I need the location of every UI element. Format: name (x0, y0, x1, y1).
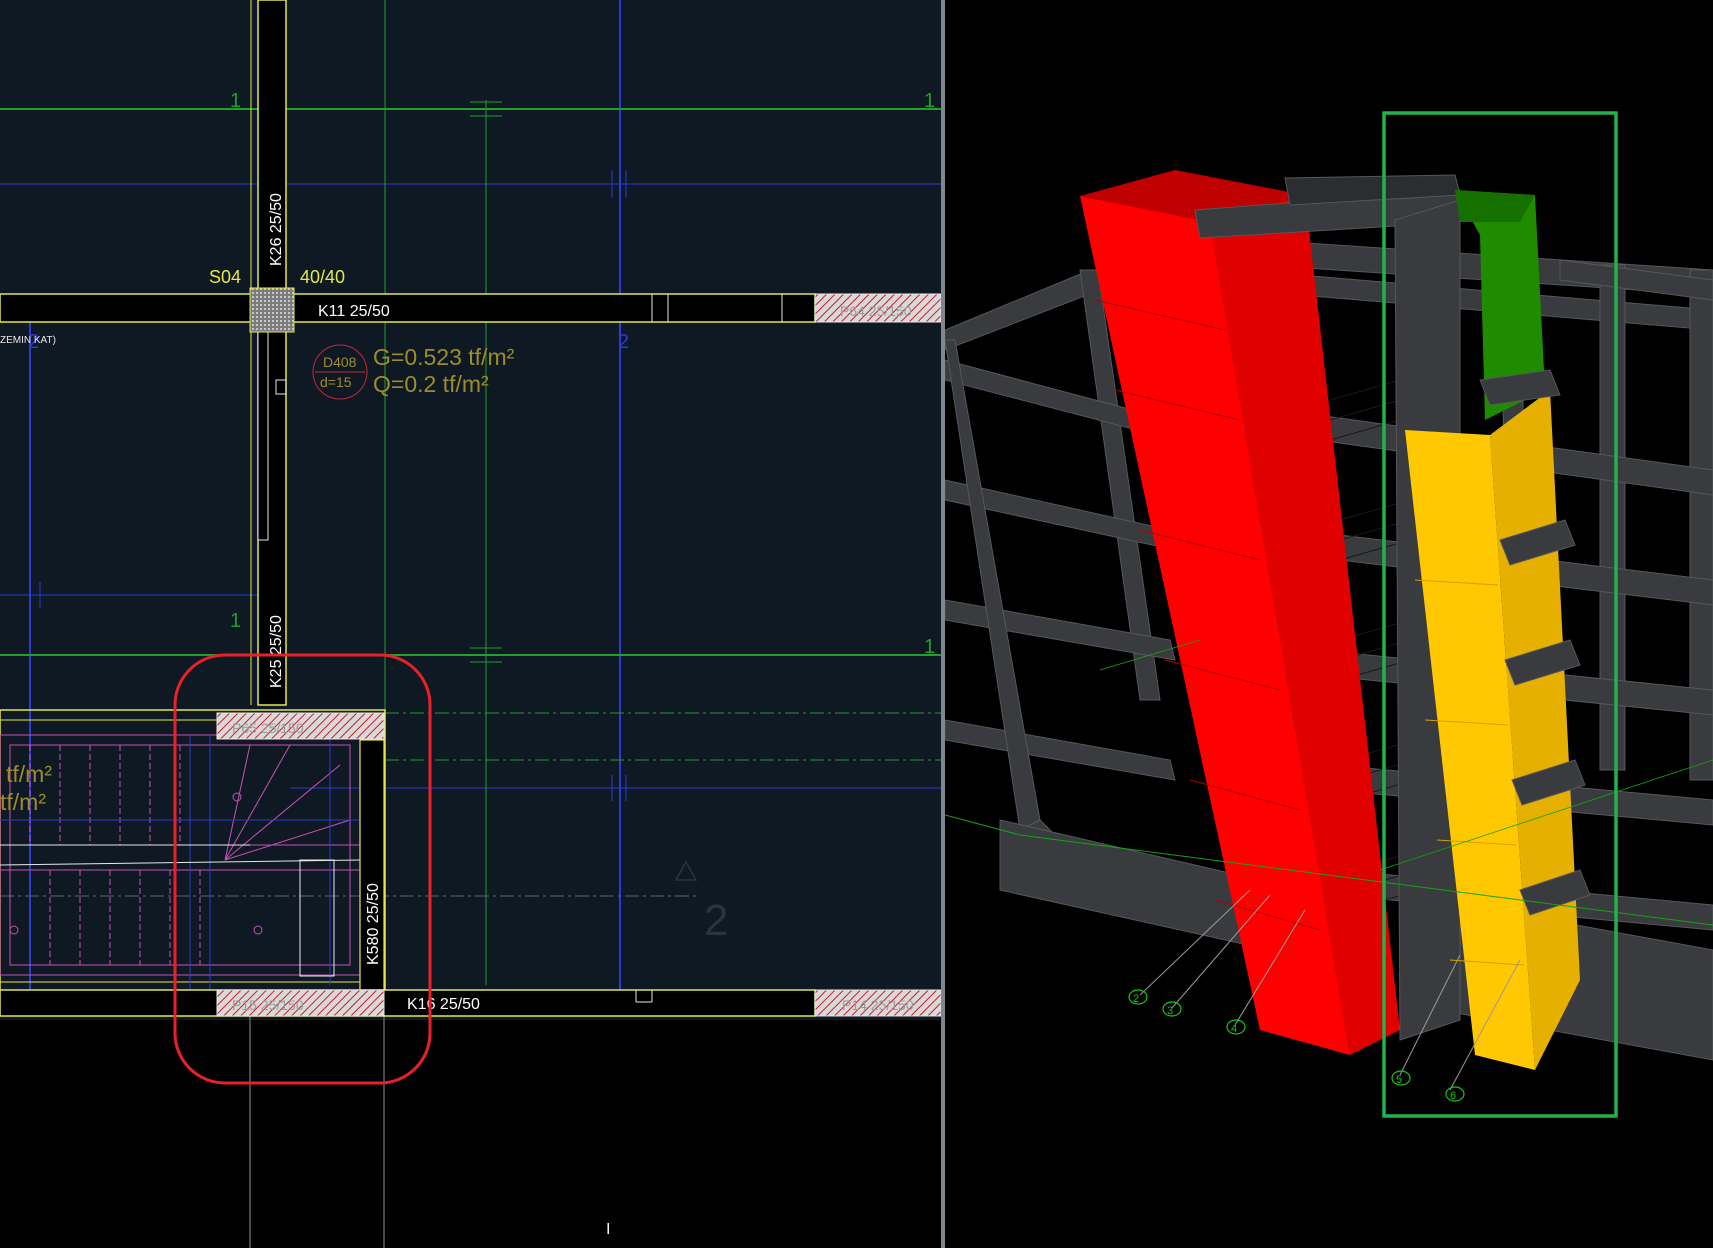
slab-id: D408 (323, 354, 357, 370)
top-horizontal-beam (0, 293, 816, 323)
beam-label-bottom-right: P14 25/150 (842, 997, 914, 1013)
axis-bubble-5: 5 (1396, 1074, 1402, 1086)
floor-label: ZEMIN KAT) (0, 335, 56, 346)
column-s04[interactable] (249, 287, 295, 333)
axis-bubble-4: 4 (1231, 1023, 1237, 1035)
axis-bubble-3: 3 (1167, 1005, 1173, 1017)
load-g: G=0.523 tf/m² (373, 344, 515, 370)
plan-view[interactable]: P64 25/150 P65 25/150 P15 25/150 P14 25/… (0, 0, 941, 1248)
axis-bubble-6: 6 (1450, 1090, 1456, 1102)
beam-label-k16: K16 25/50 (407, 996, 480, 1013)
axis-label-1c: 1 (230, 610, 241, 632)
partial-load-2: tf/m² (0, 789, 46, 815)
slab-thickness: d=15 (320, 374, 352, 390)
column-size-label: 40/40 (300, 267, 345, 287)
axis-label-1b: 1 (924, 90, 935, 112)
model-3d-view[interactable]: 2 3 4 5 6 (945, 0, 1713, 1248)
beam-label-top-right: P64 25/150 (840, 303, 912, 319)
beam-label-k580: K580 25/50 (365, 883, 382, 965)
axis-label-big-2: 2 (704, 896, 728, 945)
plan-drawing[interactable]: P64 25/150 P65 25/150 P15 25/150 P14 25/… (0, 0, 941, 1248)
partial-load-1: tf/m² (6, 761, 52, 787)
drawing-sheet (0, 0, 941, 1020)
axis-label-2a: 2 (618, 331, 629, 353)
axis-label-1d: 1 (924, 636, 935, 658)
beam-label-k25: K25 25/50 (268, 615, 285, 688)
beam-label-stair-bottom: P15 25/150 (232, 997, 304, 1013)
load-q: Q=0.2 tf/m² (373, 371, 489, 397)
beam-label-k11: K11 25/50 (318, 303, 390, 320)
axis-label-1a: 1 (230, 90, 241, 112)
beam-label-k26: K26 25/50 (268, 193, 285, 266)
column-label: S04 (209, 267, 241, 287)
beam-label-stair-top: P65 25/150 (232, 720, 304, 736)
model-3d-drawing[interactable]: 2 3 4 5 6 (945, 0, 1713, 1248)
text-cursor: I (606, 1221, 610, 1238)
axis-bubble-2: 2 (1133, 993, 1139, 1005)
